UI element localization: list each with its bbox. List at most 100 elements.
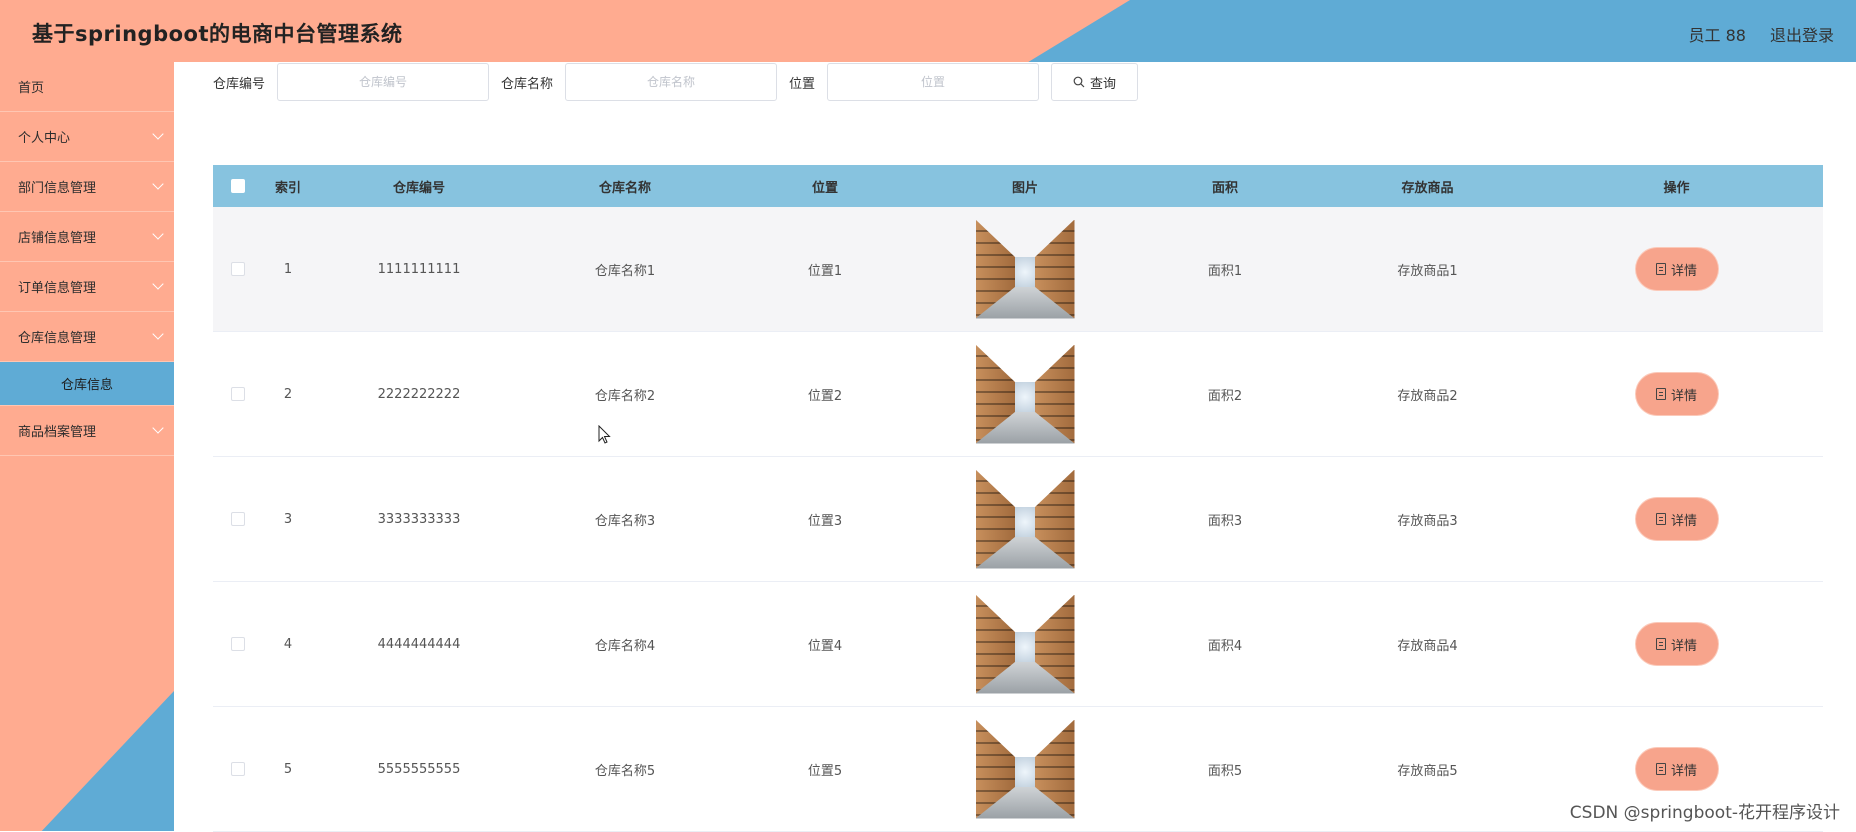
cell-location: 位置3 xyxy=(725,510,925,529)
detail-label: 详情 xyxy=(1671,385,1697,404)
code-input[interactable] xyxy=(277,63,489,101)
cell-code: 5555555555 xyxy=(313,762,525,777)
select-all-checkbox[interactable] xyxy=(231,179,245,193)
detail-label: 详情 xyxy=(1671,260,1697,279)
warehouse-image xyxy=(976,720,1075,819)
chevron-down-icon xyxy=(152,328,163,339)
document-icon xyxy=(1656,763,1666,775)
row-checkbox[interactable] xyxy=(231,387,245,401)
sidebar-subitem-warehouse-info[interactable]: 仓库信息 xyxy=(0,362,174,406)
header-image: 图片 xyxy=(925,177,1125,196)
cell-index: 5 xyxy=(263,762,313,777)
row-checkbox[interactable] xyxy=(231,262,245,276)
search-icon xyxy=(1073,76,1085,88)
cell-index: 4 xyxy=(263,637,313,652)
cell-name: 仓库名称5 xyxy=(525,760,725,779)
table-row: 44444444444仓库名称4位置4面积4存放商品4详情 xyxy=(213,582,1823,707)
document-icon xyxy=(1656,513,1666,525)
code-label: 仓库编号 xyxy=(213,73,265,92)
chevron-down-icon xyxy=(152,422,163,433)
sidebar-item[interactable]: 仓库信息管理 xyxy=(0,312,174,362)
sidebar-decoration xyxy=(0,691,174,831)
search-bar: 仓库编号 仓库名称 位置 查询 xyxy=(213,62,1138,102)
table-row: 22222222222仓库名称2位置2面积2存放商品2详情 xyxy=(213,332,1823,457)
location-input[interactable] xyxy=(827,63,1039,101)
document-icon xyxy=(1656,263,1666,275)
name-input[interactable] xyxy=(565,63,777,101)
sidebar-item[interactable]: 部门信息管理 xyxy=(0,162,174,212)
chevron-down-icon xyxy=(152,278,163,289)
cell-goods: 存放商品3 xyxy=(1325,510,1530,529)
warehouse-image xyxy=(976,470,1075,569)
cell-area: 面积1 xyxy=(1125,260,1325,279)
header-op: 操作 xyxy=(1530,177,1823,196)
table-header: 索引 仓库编号 仓库名称 位置 图片 面积 存放商品 操作 xyxy=(213,165,1823,207)
sidebar-menu: 首页个人中心部门信息管理店铺信息管理订单信息管理仓库信息管理仓库信息商品档案管理 xyxy=(0,62,174,456)
detail-label: 详情 xyxy=(1671,760,1697,779)
header-code: 仓库编号 xyxy=(313,177,525,196)
detail-button[interactable]: 详情 xyxy=(1638,750,1716,788)
app-title: 基于springboot的电商中台管理系统 xyxy=(32,18,403,48)
table-row: 11111111111仓库名称1位置1面积1存放商品1详情 xyxy=(213,207,1823,332)
cell-code: 1111111111 xyxy=(313,262,525,277)
cell-goods: 存放商品1 xyxy=(1325,260,1530,279)
sidebar-item[interactable]: 个人中心 xyxy=(0,112,174,162)
cell-area: 面积5 xyxy=(1125,760,1325,779)
cell-location: 位置2 xyxy=(725,385,925,404)
warehouse-image xyxy=(976,345,1075,444)
sidebar-item-label: 首页 xyxy=(18,77,44,96)
warehouse-image xyxy=(976,595,1075,694)
document-icon xyxy=(1656,388,1666,400)
cell-index: 3 xyxy=(263,512,313,527)
cell-area: 面积2 xyxy=(1125,385,1325,404)
detail-button[interactable]: 详情 xyxy=(1638,500,1716,538)
sidebar-item-label: 商品档案管理 xyxy=(18,421,96,440)
mouse-cursor-icon xyxy=(598,425,612,445)
query-label: 查询 xyxy=(1090,73,1116,92)
cell-code: 2222222222 xyxy=(313,387,525,402)
cell-index: 2 xyxy=(263,387,313,402)
sidebar-item-label: 部门信息管理 xyxy=(18,177,96,196)
cell-area: 面积3 xyxy=(1125,510,1325,529)
sidebar-item-label: 个人中心 xyxy=(18,127,70,146)
detail-button[interactable]: 详情 xyxy=(1638,625,1716,663)
chevron-down-icon xyxy=(152,228,163,239)
document-icon xyxy=(1656,638,1666,650)
row-checkbox[interactable] xyxy=(231,762,245,776)
header-index: 索引 xyxy=(263,177,313,196)
cell-location: 位置4 xyxy=(725,635,925,654)
cell-goods: 存放商品5 xyxy=(1325,760,1530,779)
row-checkbox[interactable] xyxy=(231,512,245,526)
cell-code: 3333333333 xyxy=(313,512,525,527)
cell-name: 仓库名称4 xyxy=(525,635,725,654)
sidebar: 首页个人中心部门信息管理店铺信息管理订单信息管理仓库信息管理仓库信息商品档案管理 xyxy=(0,62,174,831)
cell-location: 位置1 xyxy=(725,260,925,279)
cell-goods: 存放商品2 xyxy=(1325,385,1530,404)
name-label: 仓库名称 xyxy=(501,73,553,92)
sidebar-item[interactable]: 店铺信息管理 xyxy=(0,212,174,262)
detail-button[interactable]: 详情 xyxy=(1638,375,1716,413)
detail-button[interactable]: 详情 xyxy=(1638,250,1716,288)
row-checkbox[interactable] xyxy=(231,637,245,651)
logout-button[interactable]: 退出登录 xyxy=(1770,22,1834,46)
chevron-down-icon xyxy=(152,178,163,189)
header-area: 面积 xyxy=(1125,177,1325,196)
table-row: 33333333333仓库名称3位置3面积3存放商品3详情 xyxy=(213,457,1823,582)
watermark: CSDN @springboot-花开程序设计 xyxy=(1570,798,1840,823)
cell-goods: 存放商品4 xyxy=(1325,635,1530,654)
chevron-down-icon xyxy=(152,128,163,139)
cell-name: 仓库名称3 xyxy=(525,510,725,529)
sidebar-item[interactable]: 商品档案管理 xyxy=(0,406,174,456)
sidebar-item[interactable]: 首页 xyxy=(0,62,174,112)
cell-name: 仓库名称1 xyxy=(525,260,725,279)
sidebar-item-label: 仓库信息管理 xyxy=(18,327,96,346)
sidebar-item[interactable]: 订单信息管理 xyxy=(0,262,174,312)
cell-code: 4444444444 xyxy=(313,637,525,652)
detail-label: 详情 xyxy=(1671,635,1697,654)
header-location: 位置 xyxy=(725,177,925,196)
top-header: 基于springboot的电商中台管理系统 员工 88 退出登录 xyxy=(0,0,1856,62)
cell-index: 1 xyxy=(263,262,313,277)
query-button[interactable]: 查询 xyxy=(1051,63,1138,101)
current-user[interactable]: 员工 88 xyxy=(1689,22,1746,46)
header-name: 仓库名称 xyxy=(525,177,725,196)
